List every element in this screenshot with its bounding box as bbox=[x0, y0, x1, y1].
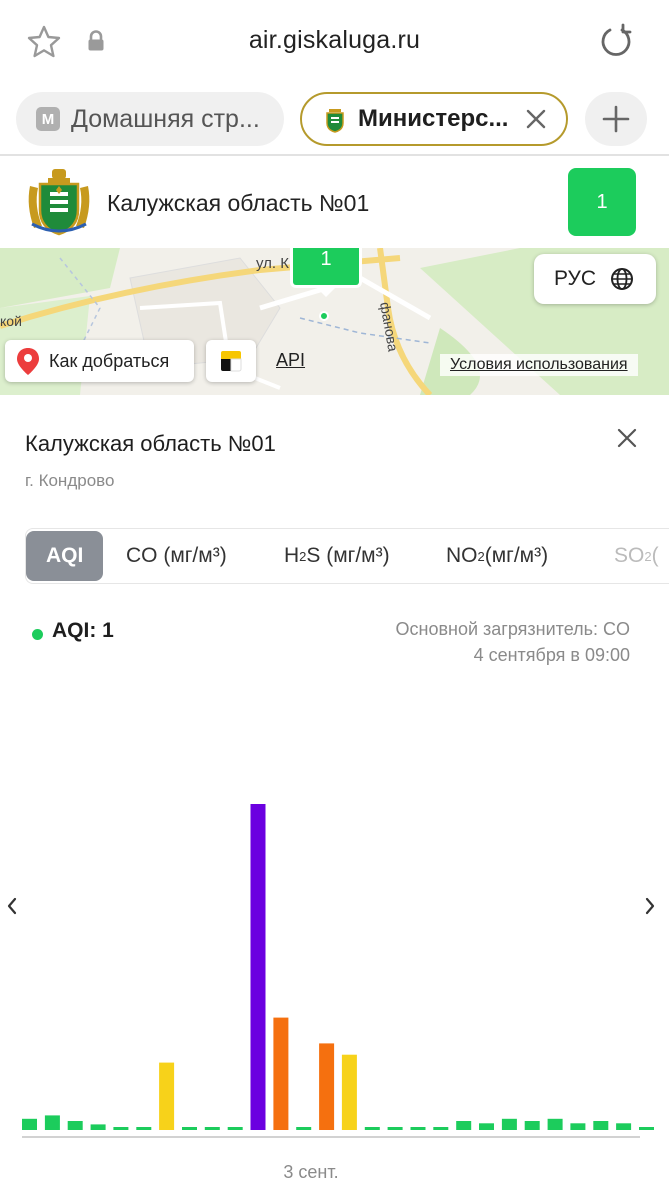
tab-ministry[interactable]: Министерс... bbox=[300, 92, 568, 146]
chart-bar[interactable] bbox=[273, 1017, 289, 1130]
globe-icon bbox=[611, 268, 634, 290]
chart-bar[interactable] bbox=[616, 1123, 632, 1130]
map-street-label: ул. К bbox=[256, 255, 289, 272]
tab-no2[interactable]: NO 2 (мг/м³) bbox=[446, 531, 548, 581]
new-tab-button[interactable] bbox=[585, 92, 647, 146]
map-marker-tip bbox=[316, 287, 336, 297]
chart-bar[interactable] bbox=[90, 1124, 106, 1130]
panel-subtitle: г. Кондрово bbox=[25, 471, 115, 490]
tab-home[interactable]: М Домашняя стр... bbox=[16, 92, 284, 146]
tab-label: Домашняя стр... bbox=[71, 104, 260, 133]
chart-bar[interactable] bbox=[524, 1121, 540, 1130]
pollutant-tabs: AQI CO (мг/м³) H2S (мг/м³) NO 2 (мг/м³) S… bbox=[25, 528, 669, 584]
chart-bar[interactable] bbox=[227, 1127, 243, 1130]
coat-of-arms-favicon-icon bbox=[326, 109, 344, 133]
station-title: Калужская область №01 bbox=[107, 190, 370, 216]
chart-bar[interactable] bbox=[639, 1127, 654, 1130]
aqi-badge[interactable]: 1 bbox=[568, 168, 636, 236]
chart-bar[interactable] bbox=[433, 1127, 449, 1130]
address-bar[interactable]: air.giskaluga.ru bbox=[0, 0, 669, 84]
chart-bar[interactable] bbox=[319, 1043, 335, 1130]
location-pin-icon bbox=[17, 348, 39, 375]
tab-label-subscript: 2 bbox=[477, 548, 485, 564]
tab-label-subscript: 2 bbox=[299, 548, 307, 564]
api-link[interactable]: API bbox=[276, 350, 305, 371]
station-header: Калужская область №01 1 bbox=[0, 156, 669, 248]
chart-bar[interactable] bbox=[182, 1127, 197, 1130]
chevron-right-icon[interactable] bbox=[642, 895, 658, 917]
chart-bar[interactable] bbox=[67, 1121, 83, 1130]
tab-h2s[interactable]: H2S (мг/м³) bbox=[284, 531, 390, 581]
chart-bar[interactable] bbox=[364, 1127, 380, 1130]
main-pollutant: Основной загрязнитель: CO bbox=[395, 619, 631, 639]
measurement-time: 4 сентября в 09:00 bbox=[473, 645, 630, 665]
tab-favicon-m: М bbox=[36, 107, 60, 131]
route-button[interactable]: Как добраться bbox=[5, 340, 194, 382]
tab-label: AQI bbox=[46, 544, 84, 567]
chart-bar[interactable] bbox=[44, 1115, 60, 1130]
panel-title: Калужская область №01 bbox=[25, 431, 276, 456]
chart-bar[interactable] bbox=[501, 1118, 517, 1130]
language-button[interactable]: РУС bbox=[534, 254, 656, 304]
aqi-value: AQI: 1 bbox=[52, 619, 114, 642]
aqi-status-dot bbox=[32, 629, 43, 640]
plus-icon bbox=[602, 105, 630, 133]
aqi-bar-chart bbox=[22, 804, 654, 1138]
tab-strip: М Домашняя стр... Министерс... bbox=[0, 84, 669, 154]
close-icon[interactable] bbox=[524, 107, 548, 131]
chart-bar[interactable] bbox=[250, 804, 266, 1130]
chart-bar[interactable] bbox=[387, 1127, 403, 1130]
chart-bar[interactable] bbox=[296, 1127, 312, 1130]
tab-so2[interactable]: SO 2 ( bbox=[614, 531, 659, 581]
url-text[interactable]: air.giskaluga.ru bbox=[0, 26, 669, 55]
yandex-maps-icon bbox=[221, 351, 242, 372]
chart-bar[interactable] bbox=[570, 1123, 586, 1130]
chart-bar[interactable] bbox=[341, 1054, 357, 1130]
chart-x-label: 3 сент. bbox=[283, 1162, 339, 1182]
chart-bar[interactable] bbox=[593, 1121, 609, 1130]
chart-bar[interactable] bbox=[410, 1127, 426, 1130]
tab-label: CO (мг/м³) bbox=[126, 544, 227, 567]
yandex-maps-button[interactable] bbox=[206, 340, 256, 382]
chart-bar[interactable] bbox=[456, 1121, 472, 1130]
map-street-label: кой bbox=[0, 313, 22, 329]
reload-icon[interactable] bbox=[596, 22, 636, 62]
tab-co[interactable]: CO (мг/м³) bbox=[126, 531, 227, 581]
map-location-dot bbox=[319, 311, 329, 321]
terms-of-use-link[interactable]: Условия использования bbox=[440, 354, 638, 376]
tab-label-subscript: 2 bbox=[644, 548, 652, 564]
tab-aqi[interactable]: AQI bbox=[26, 531, 104, 581]
tab-label: S (мг/м³) bbox=[306, 544, 390, 567]
close-icon[interactable] bbox=[615, 426, 639, 450]
chart-bar[interactable] bbox=[479, 1123, 494, 1130]
route-button-label: Как добраться bbox=[49, 350, 170, 371]
chart-bar[interactable] bbox=[113, 1127, 129, 1130]
tab-label: Министерс... bbox=[358, 105, 509, 132]
tab-label: ( bbox=[651, 544, 659, 567]
coat-of-arms-icon bbox=[28, 169, 90, 236]
chart-bar[interactable] bbox=[547, 1118, 563, 1130]
chart-bar[interactable] bbox=[22, 1118, 37, 1130]
chart-bar[interactable] bbox=[159, 1062, 175, 1130]
language-label: РУС bbox=[554, 267, 597, 290]
tab-label: SO bbox=[614, 544, 645, 567]
chart-bar[interactable] bbox=[204, 1127, 220, 1130]
tab-label: H bbox=[284, 544, 300, 567]
chevron-left-icon[interactable] bbox=[4, 895, 20, 917]
tab-label: NO bbox=[446, 544, 478, 567]
map-marker[interactable]: 1 bbox=[290, 248, 362, 288]
tab-label: (мг/м³) bbox=[484, 544, 549, 567]
chart-bar[interactable] bbox=[136, 1127, 152, 1130]
